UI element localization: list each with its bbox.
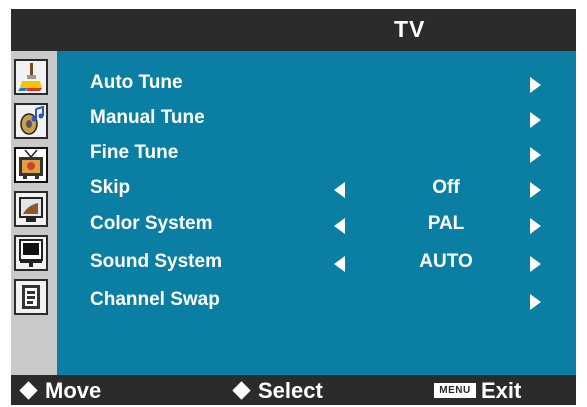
move-diamond-icon [19, 381, 38, 400]
right-arrow-icon[interactable] [530, 77, 541, 93]
document-book-icon [22, 285, 40, 309]
menu-item-label: Channel Swap [90, 289, 220, 310]
sidebar-tab-tv[interactable] [14, 147, 48, 183]
tv-antenna-icon [19, 149, 43, 179]
select-diamond-icon [232, 381, 251, 400]
menu-item-label: Auto Tune [90, 72, 183, 93]
menu-item-value: PAL [427, 213, 465, 234]
menu-item-label: Manual Tune [90, 107, 205, 128]
select-hint: Select [258, 378, 323, 403]
menu-key-icon: MENU [434, 383, 476, 398]
menu-item-auto-tune[interactable]: Auto Tune [57, 68, 576, 102]
right-arrow-icon[interactable] [530, 112, 541, 128]
screen-setup-icon [19, 197, 43, 222]
menu-item-color-system[interactable]: Color System PAL [57, 209, 576, 243]
left-arrow-icon[interactable] [334, 182, 345, 198]
tv-osd-menu: TV Auto Tune Manual Tune Fine Tune Skip … [11, 9, 576, 405]
right-arrow-icon[interactable] [530, 294, 541, 310]
menu-item-label: Sound System [90, 251, 222, 272]
left-arrow-icon[interactable] [334, 256, 345, 272]
menu-item-skip[interactable]: Skip Off [57, 173, 576, 207]
menu-item-value: AUTO [419, 251, 473, 272]
display-stand-icon [19, 239, 43, 267]
menu-item-fine-tune[interactable]: Fine Tune [57, 138, 576, 172]
menu-item-channel-swap[interactable]: Channel Swap [57, 285, 576, 319]
sidebar-tab-audio[interactable] [14, 103, 48, 139]
menu-item-label: Color System [90, 213, 213, 234]
menu-item-value: Off [432, 177, 460, 198]
right-arrow-icon[interactable] [530, 256, 541, 272]
exit-hint: Exit [481, 378, 522, 403]
title-bar: TV [11, 9, 576, 51]
picture-brush-icon [18, 63, 42, 91]
menu-list: Auto Tune Manual Tune Fine Tune Skip Off… [57, 51, 576, 375]
category-sidebar [11, 51, 57, 375]
audio-speaker-icon [20, 105, 44, 135]
sidebar-tab-setup[interactable] [14, 191, 48, 227]
move-hint: Move [45, 378, 102, 403]
right-arrow-icon[interactable] [530, 218, 541, 234]
menu-item-sound-system[interactable]: Sound System AUTO [57, 247, 576, 281]
menu-item-label: Skip [90, 177, 131, 198]
right-arrow-icon[interactable] [530, 147, 541, 163]
left-arrow-icon[interactable] [334, 218, 345, 234]
menu-item-label: Fine Tune [90, 142, 179, 163]
sidebar-tab-display[interactable] [14, 235, 48, 271]
right-arrow-icon[interactable] [530, 182, 541, 198]
menu-item-manual-tune[interactable]: Manual Tune [57, 103, 576, 137]
help-bar: Move Select MENU Exit [11, 375, 576, 405]
menu-title: TV [394, 16, 426, 42]
sidebar-tab-other[interactable] [14, 279, 48, 315]
sidebar-tab-picture[interactable] [14, 59, 48, 95]
